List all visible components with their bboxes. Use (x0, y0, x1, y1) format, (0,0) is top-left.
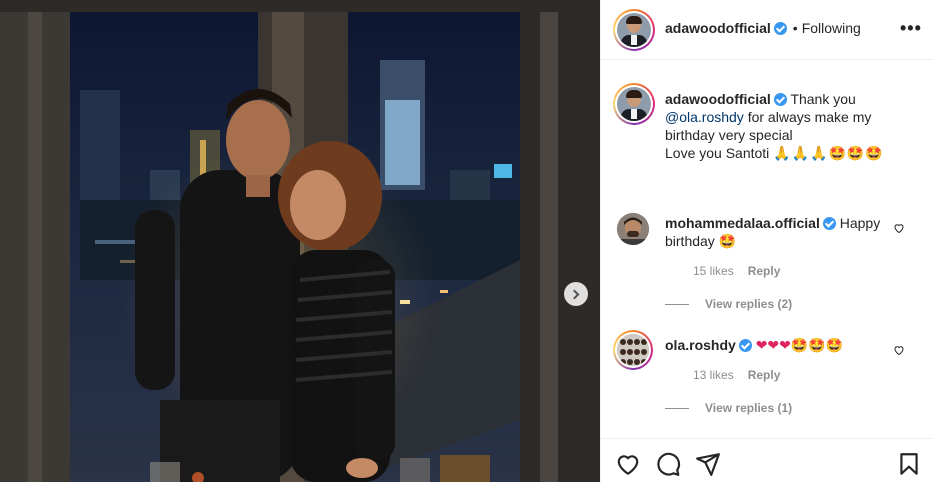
author-username[interactable]: adawoodofficial (665, 20, 771, 36)
reply-button[interactable]: Reply (748, 368, 781, 382)
more-options-icon[interactable]: ••• (900, 19, 922, 37)
caption-username[interactable]: adawoodofficial (665, 91, 771, 107)
post-photo[interactable] (0, 0, 600, 482)
comment-meta: 15 likes Reply (665, 264, 780, 278)
comment-icon[interactable] (655, 451, 681, 477)
verified-badge-icon (773, 21, 787, 35)
following-button[interactable]: Following (802, 20, 861, 36)
reply-button[interactable]: Reply (748, 264, 781, 278)
post-header: adawoodofficial • Following ••• (601, 0, 933, 60)
author-info: adawoodofficial • Following (665, 20, 861, 36)
comment-time-placeholder (665, 368, 679, 382)
comment-emoji: 🤩 (718, 233, 737, 249)
comment-text: mohammedalaa.official Happy birthday 🤩 (665, 214, 897, 250)
comment-emoji: ❤❤❤🤩🤩🤩 (755, 337, 844, 353)
caption-emojis: 🙏🙏🙏🤩🤩🤩 (773, 145, 884, 161)
share-icon[interactable] (695, 451, 721, 477)
comment-likes[interactable]: 15 likes (693, 264, 734, 278)
comment-like-heart-icon[interactable] (893, 222, 905, 234)
commenter-username[interactable]: mohammedalaa.official (665, 215, 820, 231)
chevron-right-icon (569, 289, 580, 299)
caption-text-4: Love you Santoti (665, 145, 770, 161)
view-replies-button[interactable]: View replies (1) (665, 401, 792, 415)
verified-badge-icon (822, 217, 836, 230)
caption-mention[interactable]: @ola.roshdy (665, 109, 744, 125)
replies-divider-line (665, 303, 689, 305)
caption-author-avatar[interactable] (613, 83, 655, 125)
commenter-username[interactable]: ola.roshdy (665, 337, 736, 353)
verified-badge-icon (773, 93, 787, 106)
caption-text-3: birthday very special (665, 127, 793, 143)
view-replies-button[interactable]: View replies (2) (665, 297, 792, 311)
post-caption: adawoodofficial Thank you @ola.roshdy fo… (665, 90, 923, 162)
view-replies-label: View replies (1) (705, 401, 793, 415)
author-avatar[interactable] (613, 9, 655, 51)
caption-text-2: for always make my (747, 109, 872, 125)
heart-icon[interactable] (615, 451, 641, 477)
post-panel: adawoodofficial • Following ••• adawoodo… (600, 0, 933, 482)
bookmark-icon[interactable] (896, 451, 922, 477)
separator-dot: • (792, 20, 798, 36)
verified-badge-icon (738, 339, 752, 352)
caption-text-1: Thank you (790, 91, 856, 107)
comment-text: ola.roshdy ❤❤❤🤩🤩🤩 (665, 336, 897, 354)
view-replies-label: View replies (2) (705, 297, 793, 311)
replies-divider-line (665, 407, 689, 409)
next-photo-button[interactable] (564, 282, 588, 306)
photo-illustration (0, 0, 600, 482)
comment-meta: 13 likes Reply (665, 368, 780, 382)
comment-likes[interactable]: 13 likes (693, 368, 734, 382)
action-bar (601, 438, 933, 482)
comment-like-heart-icon[interactable] (893, 344, 905, 356)
comment-time-placeholder (665, 264, 679, 278)
commenter-avatar[interactable] (617, 213, 649, 245)
commenter-avatar[interactable] (613, 330, 653, 370)
instagram-post: adawoodofficial • Following ••• adawoodo… (0, 0, 933, 482)
